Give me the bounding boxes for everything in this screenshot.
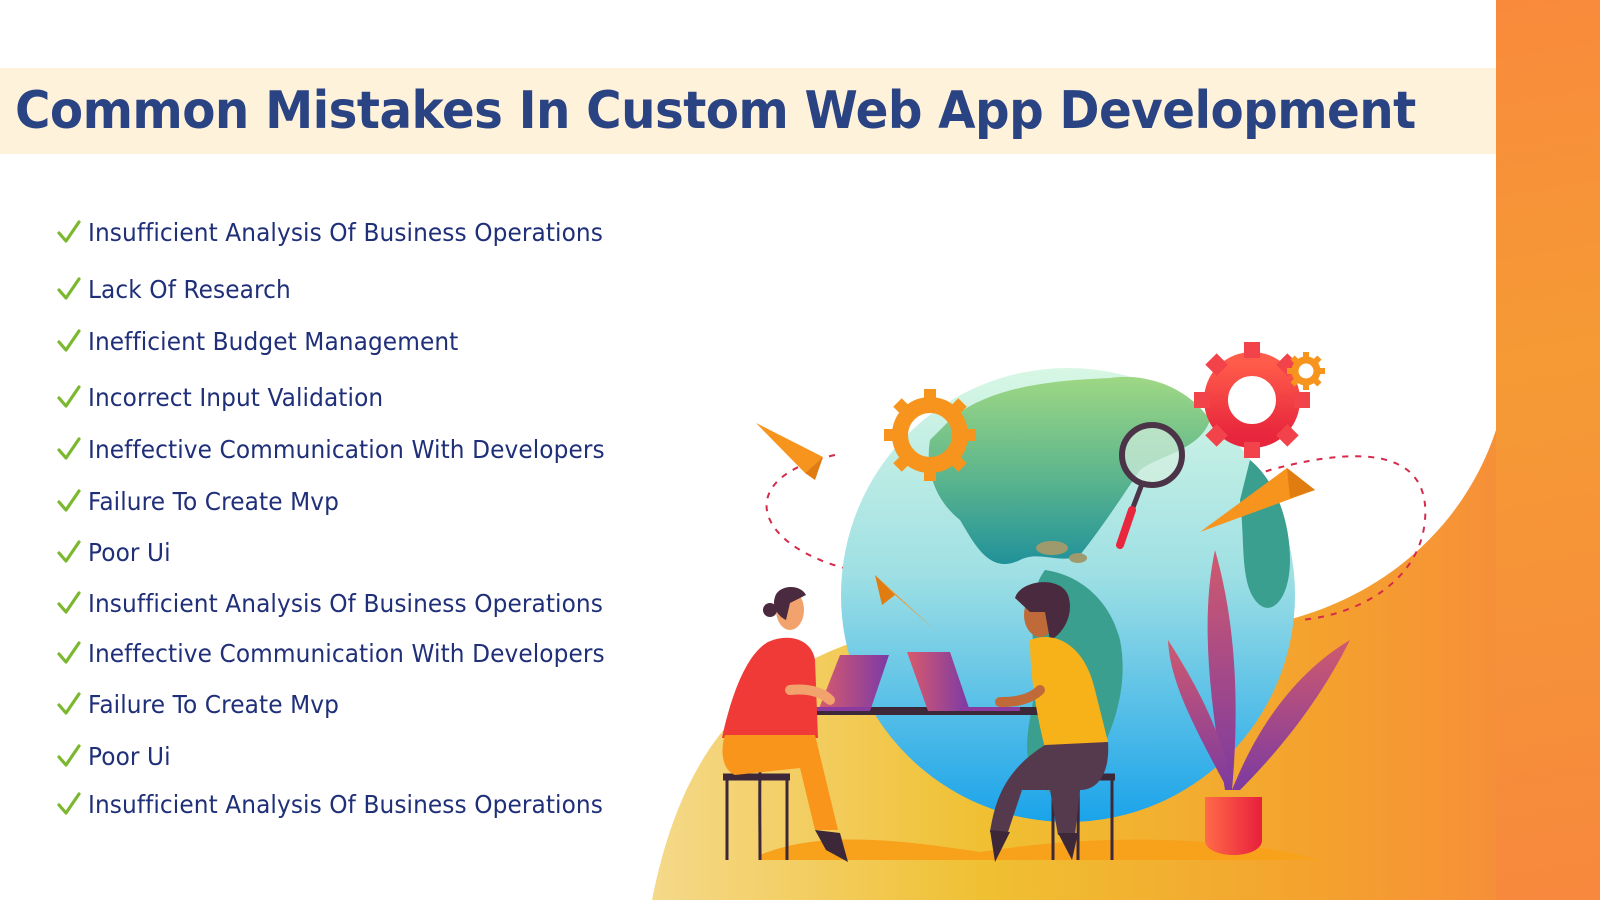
list-item-label: Insufficient Analysis Of Business Operat… <box>88 588 603 618</box>
list-item-label: Poor Ui <box>88 537 171 567</box>
list-item-label: Lack Of Research <box>88 274 291 304</box>
list-item: Ineffective Communication With Developer… <box>56 432 644 466</box>
list-item-label: Insufficient Analysis Of Business Operat… <box>88 217 603 247</box>
list-item: Poor Ui <box>56 535 177 569</box>
list-item: Failure To Create Mvp <box>56 484 358 518</box>
list-item: Incorrect Input Validation <box>56 380 405 414</box>
list-item-label: Insufficient Analysis Of Business Operat… <box>88 789 603 819</box>
list-item: Inefficient Budget Management <box>56 324 486 358</box>
list-item-label: Failure To Create Mvp <box>88 689 339 719</box>
list-item-label: Failure To Create Mvp <box>88 486 339 516</box>
checkmark-icon <box>57 744 81 767</box>
list-item: Insufficient Analysis Of Business Operat… <box>56 586 642 620</box>
list-item-label: Ineffective Communication With Developer… <box>88 638 605 668</box>
checkmark-icon <box>57 277 81 300</box>
checkmark-icon <box>57 641 81 664</box>
checkmark-icon <box>57 489 81 512</box>
list-item-label: Poor Ui <box>88 741 171 771</box>
checkmark-icon <box>57 792 81 815</box>
checkmark-icon <box>57 437 81 460</box>
list-item: Poor Ui <box>56 739 177 773</box>
checkmark-icon <box>57 591 81 614</box>
checkmark-icon <box>57 329 81 352</box>
list-item-label: Incorrect Input Validation <box>88 382 384 412</box>
list-item-label: Inefficient Budget Management <box>88 326 459 356</box>
checkmark-icon <box>57 220 81 243</box>
checkmark-icon <box>57 540 81 563</box>
list-item: Ineffective Communication With Developer… <box>56 636 644 670</box>
list-item: Insufficient Analysis Of Business Operat… <box>56 787 642 821</box>
checkmark-icon <box>57 692 81 715</box>
list-item-label: Ineffective Communication With Developer… <box>88 434 605 464</box>
orange-side-strip <box>1496 0 1600 900</box>
page-title: Common Mistakes In Custom Web App Develo… <box>15 81 1416 141</box>
checkmark-icon <box>57 385 81 408</box>
list-item: Insufficient Analysis Of Business Operat… <box>56 215 642 249</box>
list-item: Failure To Create Mvp <box>56 687 358 721</box>
list-item: Lack Of Research <box>56 272 306 306</box>
